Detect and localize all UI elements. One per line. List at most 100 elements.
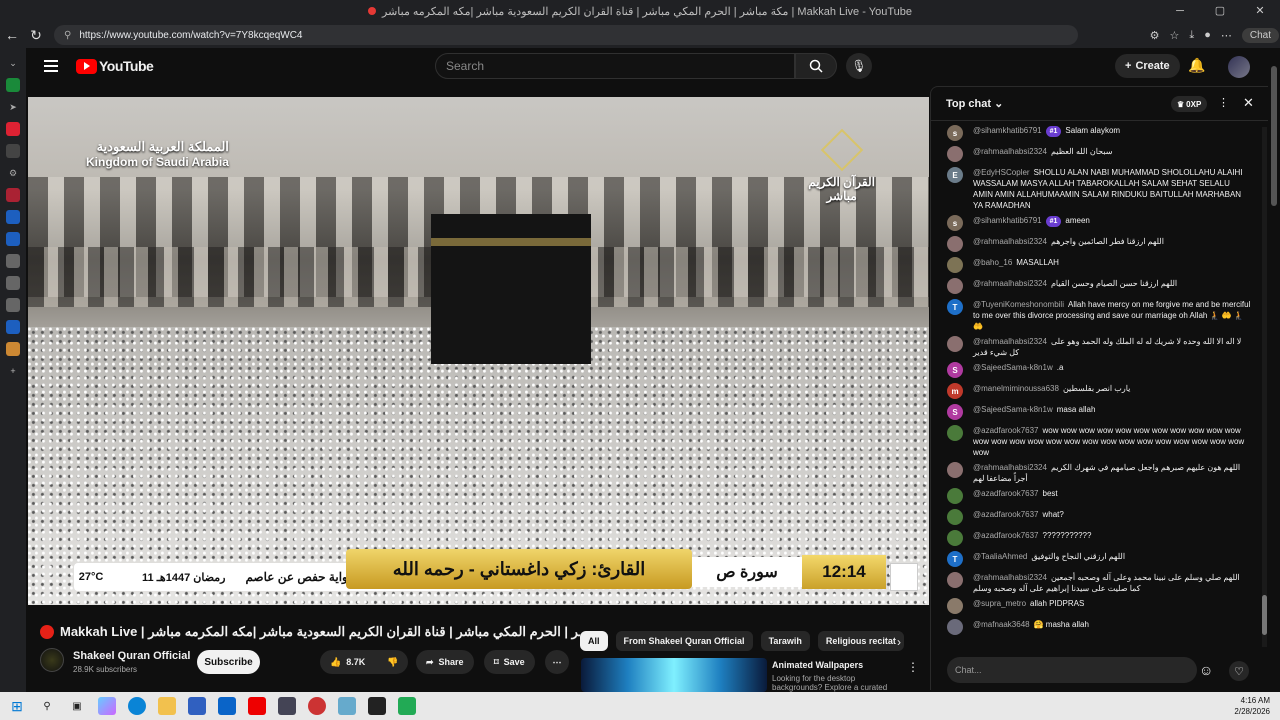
chat-mode-dropdown[interactable]: Top chat ⌄ bbox=[946, 97, 1003, 110]
chat-message[interactable]: @baho_16 MASALLAH bbox=[931, 255, 1261, 276]
share-button[interactable]: ➦ Share bbox=[416, 650, 474, 674]
copilot-chat-button[interactable]: Chat bbox=[1241, 27, 1279, 43]
search-icon[interactable]: ⚲ bbox=[38, 697, 56, 715]
chat-avatar[interactable]: S bbox=[947, 362, 963, 378]
chat-username[interactable]: @mafnaak3648 bbox=[973, 620, 1030, 629]
search-button[interactable] bbox=[795, 53, 837, 79]
chat-username[interactable]: @manelmiminoussa638 bbox=[973, 384, 1059, 393]
close-icon[interactable]: ✕ bbox=[1243, 95, 1254, 111]
close-window-icon[interactable]: ✕ bbox=[1240, 0, 1280, 22]
app-icon[interactable] bbox=[398, 697, 416, 715]
heart-icon[interactable]: ♡ bbox=[1229, 661, 1249, 681]
chat-message[interactable]: @azadfarook7637 what? bbox=[931, 507, 1261, 528]
channel-avatar[interactable] bbox=[40, 648, 64, 672]
chat-avatar[interactable] bbox=[947, 257, 963, 273]
chat-message[interactable]: @rahmaalhabsi2324 اللهم صلي وسلم على نبين… bbox=[931, 570, 1261, 596]
emoji-icon[interactable]: ☺ bbox=[1199, 662, 1213, 678]
chat-scrollbar[interactable] bbox=[1262, 127, 1267, 647]
store-icon[interactable] bbox=[188, 697, 206, 715]
chat-message[interactable]: T @TuyeniKomeshonombili Allah have mercy o… bbox=[931, 297, 1261, 334]
record-icon[interactable] bbox=[6, 122, 20, 136]
chat-avatar[interactable] bbox=[947, 336, 963, 352]
hamburger-menu-icon[interactable] bbox=[44, 60, 58, 72]
chevron-down-icon[interactable]: ⌄ bbox=[6, 56, 20, 70]
reload-icon[interactable]: ↻ bbox=[24, 27, 48, 44]
chat-username[interactable]: @azadfarook7637 bbox=[973, 531, 1039, 540]
chat-username[interactable]: @rahmaalhabsi2324 bbox=[973, 237, 1047, 246]
minimize-icon[interactable]: ─ bbox=[1160, 0, 1200, 22]
save-button[interactable]: ⌑ Save bbox=[484, 650, 535, 674]
chat-username[interactable]: @TuyeniKomeshonombili bbox=[973, 300, 1064, 309]
app-icon[interactable] bbox=[6, 276, 20, 290]
chat-message[interactable]: T @TaaliaAhmed اللهم ارزقني النجاح والتوفي… bbox=[931, 549, 1261, 570]
capcut-icon[interactable] bbox=[368, 697, 386, 715]
send-icon[interactable]: ➤ bbox=[6, 100, 20, 114]
more-vertical-icon[interactable]: ⋮ bbox=[1218, 96, 1229, 109]
chat-message[interactable]: S @SajeedSama-k8n1w .a bbox=[931, 360, 1261, 381]
app-icon[interactable] bbox=[6, 188, 20, 202]
chat-message[interactable]: @rahmaalhabsi2324 اللهم ارزقنا فطر الصائم… bbox=[931, 234, 1261, 255]
create-button[interactable]: + Create bbox=[1115, 54, 1180, 78]
notifications-bell-icon[interactable]: 🔔 bbox=[1188, 57, 1205, 74]
chat-input[interactable]: Chat... bbox=[947, 657, 1197, 683]
chat-username[interactable]: @supra_metro bbox=[973, 599, 1026, 608]
chat-message[interactable]: @rahmaalhabsi2324 اللهم هون عليهم صبرهم و… bbox=[931, 460, 1261, 486]
chat-message[interactable]: @supra_metro allah PIDPRAS bbox=[931, 596, 1261, 617]
chat-username[interactable]: @rahmaalhabsi2324 bbox=[973, 573, 1047, 582]
chat-message[interactable]: S @SajeedSama-k8n1w masa allah bbox=[931, 402, 1261, 423]
app-icon[interactable] bbox=[308, 697, 326, 715]
chat-avatar[interactable]: T bbox=[947, 551, 963, 567]
chat-message[interactable]: @azadfarook7637??????????? bbox=[931, 528, 1261, 549]
chat-username[interactable]: @rahmaalhabsi2324 bbox=[973, 463, 1047, 472]
chat-avatar[interactable]: T bbox=[947, 299, 963, 315]
chat-avatar[interactable] bbox=[947, 278, 963, 294]
app-icon[interactable] bbox=[278, 697, 296, 715]
chat-message[interactable]: @rahmaalhabsi2324 اللهم ارزقنا حسن الصيام… bbox=[931, 276, 1261, 297]
chat-avatar[interactable] bbox=[947, 530, 963, 546]
more-menu-icon[interactable]: ⋯ bbox=[1221, 29, 1232, 42]
excel-icon[interactable] bbox=[6, 78, 20, 92]
points-badge[interactable]: ♛ 0XP bbox=[1171, 96, 1208, 112]
channel-name[interactable]: Shakeel Quran Official bbox=[73, 650, 190, 662]
skype-icon[interactable] bbox=[6, 210, 20, 224]
video-player[interactable]: المملكة العربية السعودية Kingdom of Saud… bbox=[28, 97, 929, 605]
app-icon[interactable] bbox=[6, 342, 20, 356]
chat-message[interactable]: @azadfarook7637 best bbox=[931, 486, 1261, 507]
audio-icon[interactable] bbox=[6, 144, 20, 158]
chip-from-channel[interactable]: From Shakeel Quran Official bbox=[615, 631, 753, 651]
scrollbar-thumb[interactable] bbox=[1262, 595, 1267, 635]
app-icon[interactable] bbox=[338, 697, 356, 715]
copilot-icon[interactable] bbox=[98, 697, 116, 715]
page-scrollbar[interactable] bbox=[1268, 48, 1280, 692]
skype-icon[interactable] bbox=[6, 232, 20, 246]
back-icon[interactable]: ← bbox=[0, 27, 24, 43]
dislike-icon[interactable]: 👎 bbox=[387, 657, 398, 668]
chat-avatar[interactable] bbox=[947, 146, 963, 162]
voice-search-button[interactable]: 🎙 bbox=[846, 53, 872, 79]
chat-username[interactable]: @sihamkhatib6791 bbox=[973, 216, 1042, 225]
chat-avatar[interactable]: E bbox=[947, 167, 963, 183]
site-info-icon[interactable]: ⚲ bbox=[64, 30, 71, 41]
chat-username[interactable]: @rahmaalhabsi2324 bbox=[973, 337, 1047, 346]
chat-username[interactable]: @EdyHSCopler bbox=[973, 168, 1030, 177]
chat-message[interactable]: E @EdyHSCopler SHOLLU ALAN NABI MUHAMMAD S… bbox=[931, 165, 1261, 213]
chat-username[interactable]: @azadfarook7637 bbox=[973, 489, 1039, 498]
chat-username[interactable]: @baho_16 bbox=[973, 258, 1012, 267]
chat-message[interactable]: @mafnaak3648 🤗 masha allah bbox=[931, 617, 1261, 638]
chat-avatar[interactable]: S bbox=[947, 404, 963, 420]
edge-icon[interactable] bbox=[128, 697, 146, 715]
chat-avatar[interactable] bbox=[947, 619, 963, 635]
chat-username[interactable]: @azadfarook7637 bbox=[973, 510, 1039, 519]
task-view-icon[interactable]: ▣ bbox=[68, 697, 86, 715]
settings-icon[interactable]: ⚙ bbox=[6, 166, 20, 180]
add-icon[interactable]: + bbox=[6, 364, 20, 378]
favorites-icon[interactable]: ☆ bbox=[1169, 29, 1179, 42]
system-clock[interactable]: 4:16 AM 2/28/2026 bbox=[1234, 695, 1270, 717]
more-actions-button[interactable]: ⋯ bbox=[545, 650, 569, 674]
chat-message[interactable]: s @sihamkhatib6791 #1 ameen bbox=[931, 213, 1261, 234]
recommendation-thumbnail[interactable] bbox=[581, 658, 767, 692]
extensions-icon[interactable]: ⚙ bbox=[1150, 29, 1160, 42]
chat-avatar[interactable]: s bbox=[947, 125, 963, 141]
chat-avatar[interactable] bbox=[947, 488, 963, 504]
chat-avatar[interactable] bbox=[947, 598, 963, 614]
